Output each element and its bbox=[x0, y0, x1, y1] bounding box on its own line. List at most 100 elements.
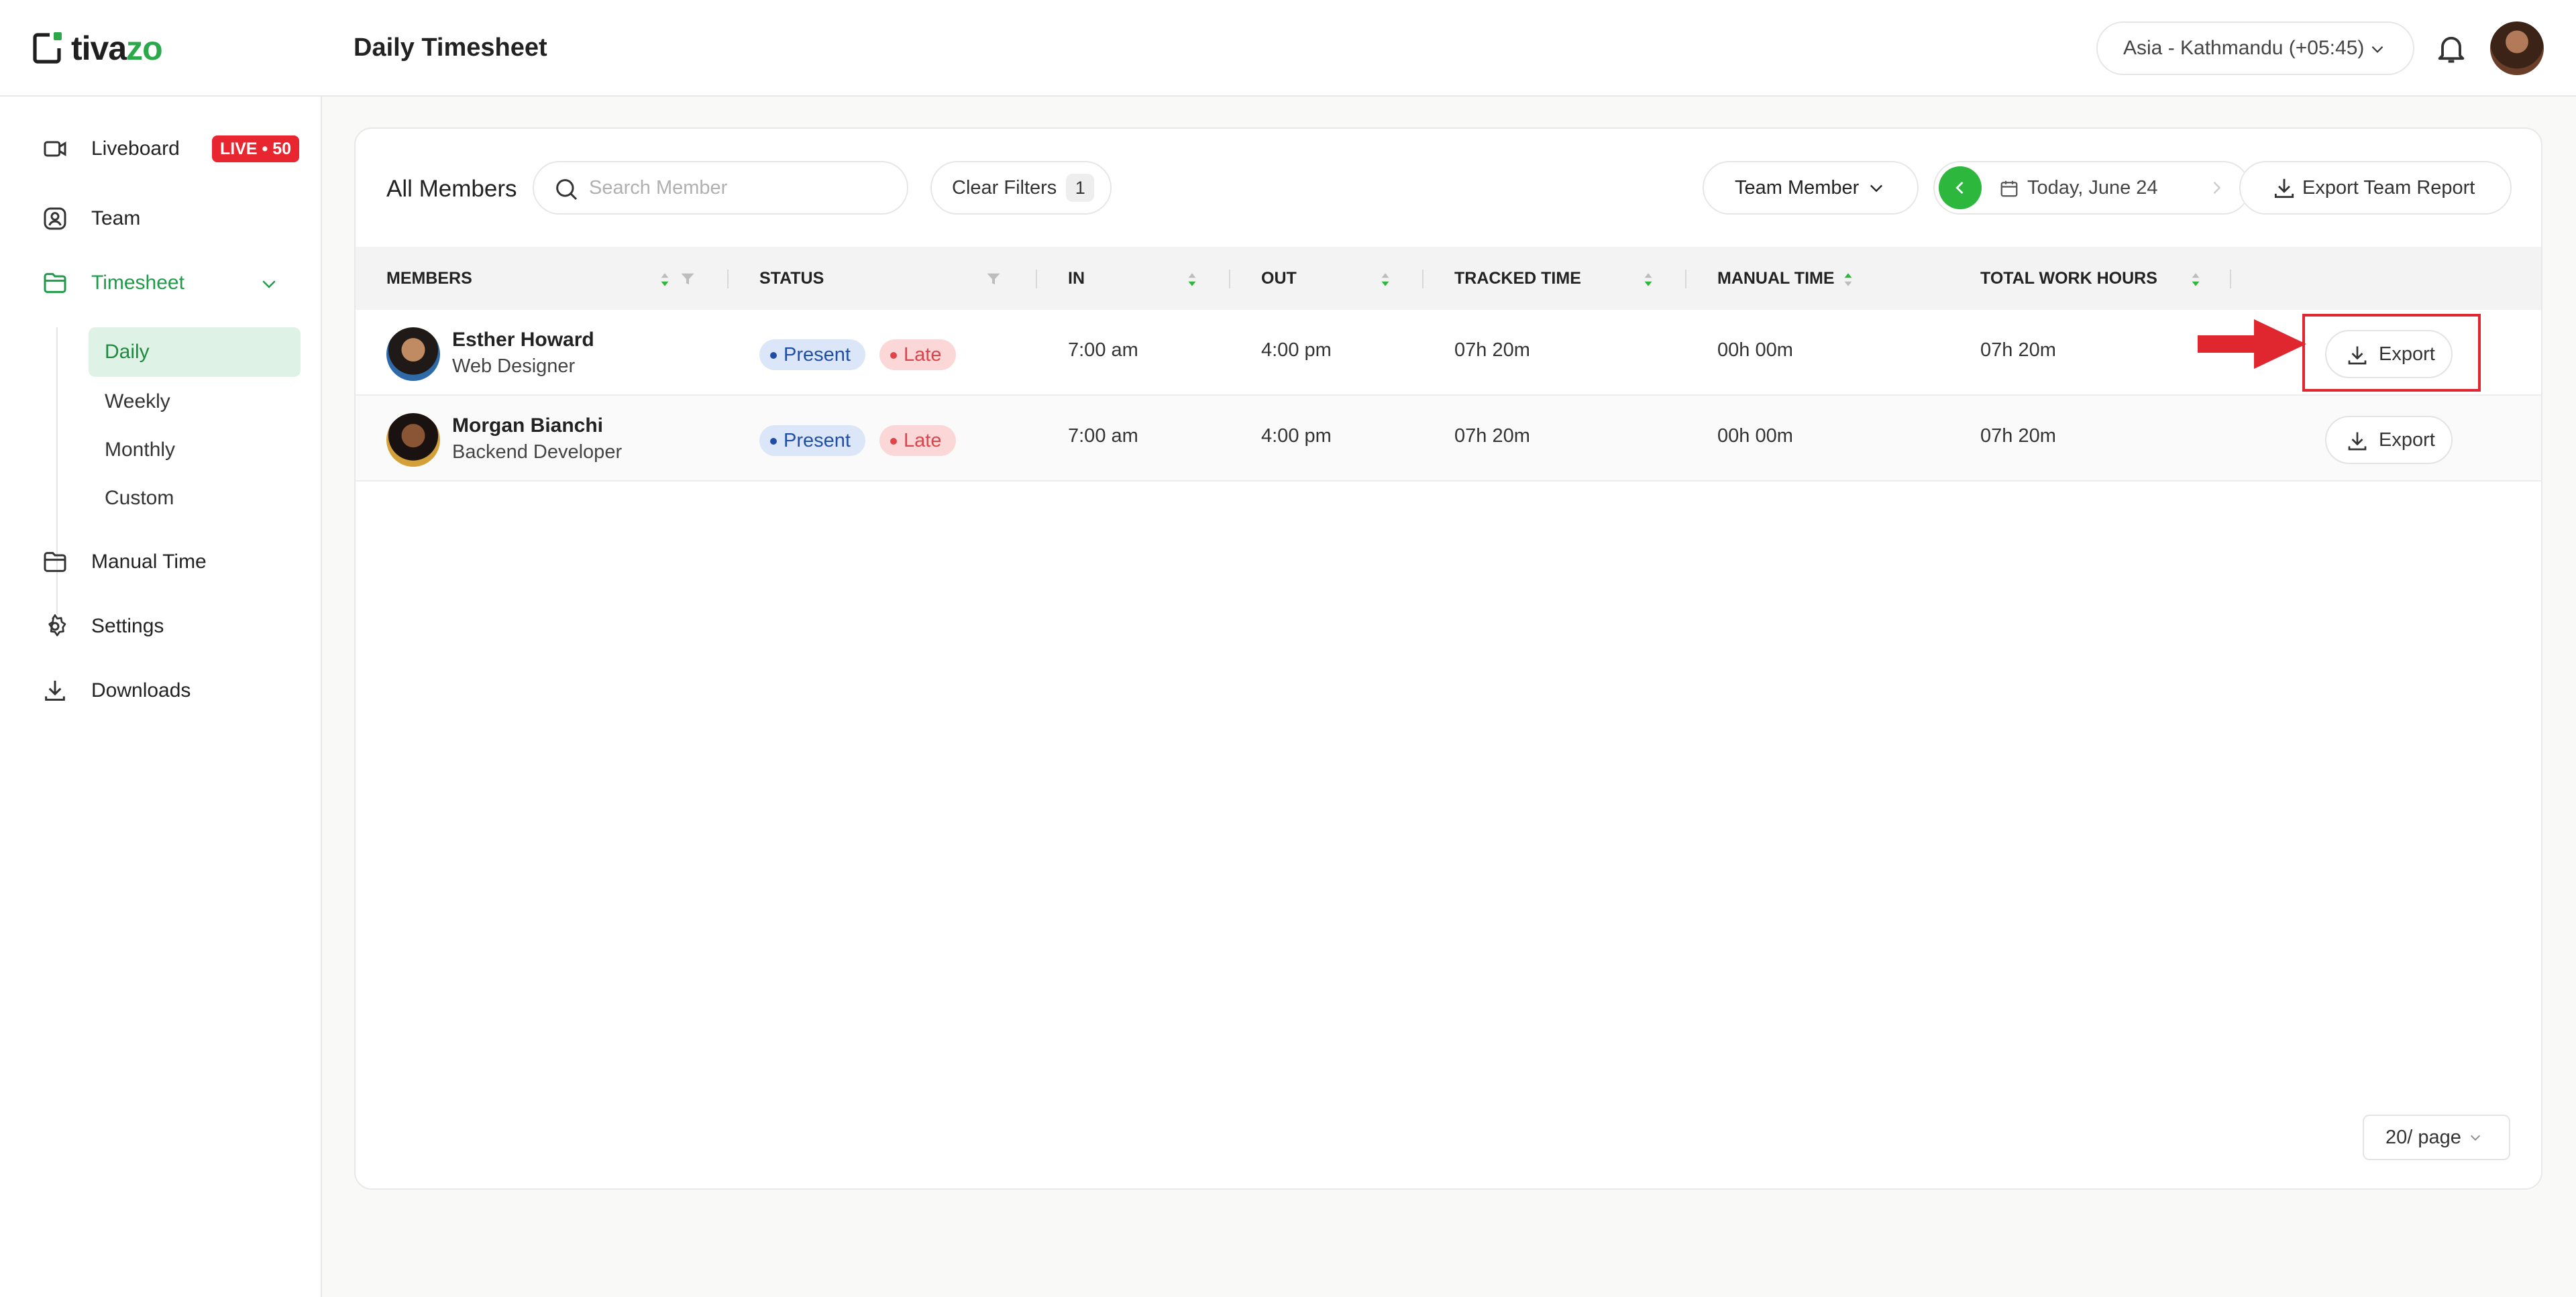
sidebar-item-timesheet[interactable]: Timesheet bbox=[42, 263, 184, 303]
search-placeholder: Search Member bbox=[589, 176, 728, 199]
user-avatar[interactable] bbox=[2490, 21, 2544, 75]
status-badge: Present bbox=[759, 339, 865, 370]
status-label: Late bbox=[904, 343, 942, 365]
col-manual-time: MANUAL TIME bbox=[1717, 268, 1835, 288]
brand-name: tivazo bbox=[71, 30, 163, 67]
filter-count-badge: 1 bbox=[1066, 174, 1095, 202]
sidebar-subitem-weekly[interactable]: Weekly bbox=[89, 377, 301, 427]
sidebar-item-label: Manual Time bbox=[91, 551, 207, 573]
prev-day-button[interactable] bbox=[1939, 166, 1982, 209]
column-divider bbox=[2230, 270, 2231, 288]
page-title: Daily Timesheet bbox=[354, 34, 547, 62]
page-size-select[interactable]: 20/ page bbox=[2363, 1115, 2510, 1160]
sort-icon[interactable] bbox=[1381, 272, 1390, 287]
avatar bbox=[386, 327, 440, 381]
status-badge: Present bbox=[759, 425, 865, 456]
dot-icon bbox=[890, 352, 897, 359]
sidebar-item-label: Downloads bbox=[91, 679, 191, 701]
col-in: IN bbox=[1068, 268, 1085, 288]
sort-icon[interactable] bbox=[660, 272, 669, 287]
column-divider bbox=[1036, 270, 1037, 288]
sort-icon[interactable] bbox=[2191, 272, 2200, 287]
filter-icon[interactable] bbox=[986, 271, 1001, 287]
sort-icon[interactable] bbox=[1644, 272, 1653, 287]
column-divider bbox=[727, 270, 729, 288]
dot-icon bbox=[890, 438, 897, 445]
out-time: 4:00 pm bbox=[1261, 339, 1332, 361]
manual-time: 00h 00m bbox=[1717, 425, 1793, 447]
timezone-select[interactable]: Asia - Kathmandu (+05:45) bbox=[2096, 21, 2414, 75]
status-label: Present bbox=[784, 429, 851, 451]
table-row: Morgan Bianchi Backend Developer Present… bbox=[356, 396, 2541, 482]
gear-icon bbox=[48, 614, 66, 636]
sidebar-item-label: Team bbox=[91, 207, 141, 229]
sidebar: Liveboard LIVE • 50 Team Timesheet Daily… bbox=[0, 97, 322, 1297]
total-work-hours: 07h 20m bbox=[1980, 425, 2056, 447]
user-circle-icon bbox=[44, 207, 66, 230]
folder-icon bbox=[44, 552, 66, 572]
chevron-right-icon[interactable] bbox=[2207, 178, 2226, 197]
chevron-down-icon[interactable] bbox=[259, 274, 279, 294]
brand-logo[interactable]: tivazo bbox=[31, 30, 163, 67]
download-icon bbox=[2348, 432, 2367, 451]
sidebar-item-downloads[interactable]: Downloads bbox=[42, 671, 191, 711]
column-divider bbox=[1685, 270, 1686, 288]
col-tracked-time: TRACKED TIME bbox=[1454, 268, 1581, 288]
in-time: 7:00 am bbox=[1068, 425, 1138, 447]
sidebar-subitem-daily[interactable]: Daily bbox=[89, 327, 301, 377]
member-role: Backend Developer bbox=[452, 441, 623, 463]
sidebar-item-label: Settings bbox=[91, 615, 164, 637]
export-label: Export bbox=[2379, 429, 2435, 451]
sidebar-item-team[interactable]: Team bbox=[42, 199, 140, 239]
col-out: OUT bbox=[1261, 268, 1297, 288]
sidebar-subitem-custom[interactable]: Custom bbox=[89, 473, 301, 523]
sidebar-subitem-monthly[interactable]: Monthly bbox=[89, 425, 301, 475]
download-icon bbox=[45, 681, 65, 701]
date-label[interactable]: Today, June 24 bbox=[2027, 177, 2158, 199]
sort-icon[interactable] bbox=[1187, 272, 1197, 287]
team-member-label: Team Member bbox=[1735, 176, 1860, 199]
sidebar-item-liveboard[interactable]: Liveboard bbox=[42, 129, 180, 169]
in-time: 7:00 am bbox=[1068, 339, 1138, 361]
annotation-highlight-box bbox=[2302, 314, 2481, 392]
status-badge: Late bbox=[879, 339, 957, 370]
timesheet-card: All Members Search Member Clear Filters … bbox=[354, 127, 2542, 1190]
column-divider bbox=[1422, 270, 1424, 288]
sort-icon[interactable] bbox=[1843, 272, 1853, 287]
team-member-dropdown[interactable]: Team Member bbox=[1703, 161, 1919, 215]
sidebar-item-label: Timesheet bbox=[91, 272, 184, 294]
column-divider bbox=[1229, 270, 1230, 288]
live-badge: LIVE • 50 bbox=[212, 135, 300, 162]
date-navigator: Today, June 24 bbox=[1933, 161, 2250, 215]
chevron-left-icon bbox=[1955, 181, 1964, 194]
liveboard-icon bbox=[44, 141, 66, 157]
total-work-hours: 07h 20m bbox=[1980, 339, 2056, 361]
chevron-down-icon bbox=[2371, 46, 2383, 53]
search-icon bbox=[556, 179, 578, 201]
sidebar-item-settings[interactable]: Settings bbox=[42, 606, 164, 646]
member-name[interactable]: Esther Howard bbox=[452, 329, 594, 351]
status-label: Late bbox=[904, 429, 942, 451]
avatar bbox=[386, 413, 440, 467]
tracked-time: 07h 20m bbox=[1454, 425, 1530, 447]
col-members: MEMBERS bbox=[386, 268, 472, 288]
logo-icon bbox=[33, 32, 62, 64]
export-team-report-button[interactable]: Export Team Report bbox=[2239, 161, 2512, 215]
calendar-icon bbox=[2000, 180, 2018, 197]
all-members-title: All Members bbox=[386, 176, 517, 202]
member-name[interactable]: Morgan Bianchi bbox=[452, 414, 603, 437]
clear-filters-button[interactable]: Clear Filters 1 bbox=[930, 161, 1112, 215]
chevron-down-icon bbox=[1870, 184, 1883, 192]
sidebar-item-manual-time[interactable]: Manual Time bbox=[42, 542, 207, 582]
clear-filters-label: Clear Filters bbox=[952, 176, 1057, 199]
dot-icon bbox=[770, 438, 777, 445]
export-team-report-label: Export Team Report bbox=[2302, 176, 2475, 199]
search-input[interactable]: Search Member bbox=[533, 161, 908, 215]
bell-icon[interactable] bbox=[2434, 31, 2469, 66]
folder-icon bbox=[44, 273, 66, 293]
col-status: STATUS bbox=[759, 268, 824, 288]
dot-icon bbox=[770, 352, 777, 359]
filter-icon[interactable] bbox=[680, 271, 695, 287]
export-button[interactable]: Export bbox=[2325, 416, 2453, 464]
out-time: 4:00 pm bbox=[1261, 425, 1332, 447]
